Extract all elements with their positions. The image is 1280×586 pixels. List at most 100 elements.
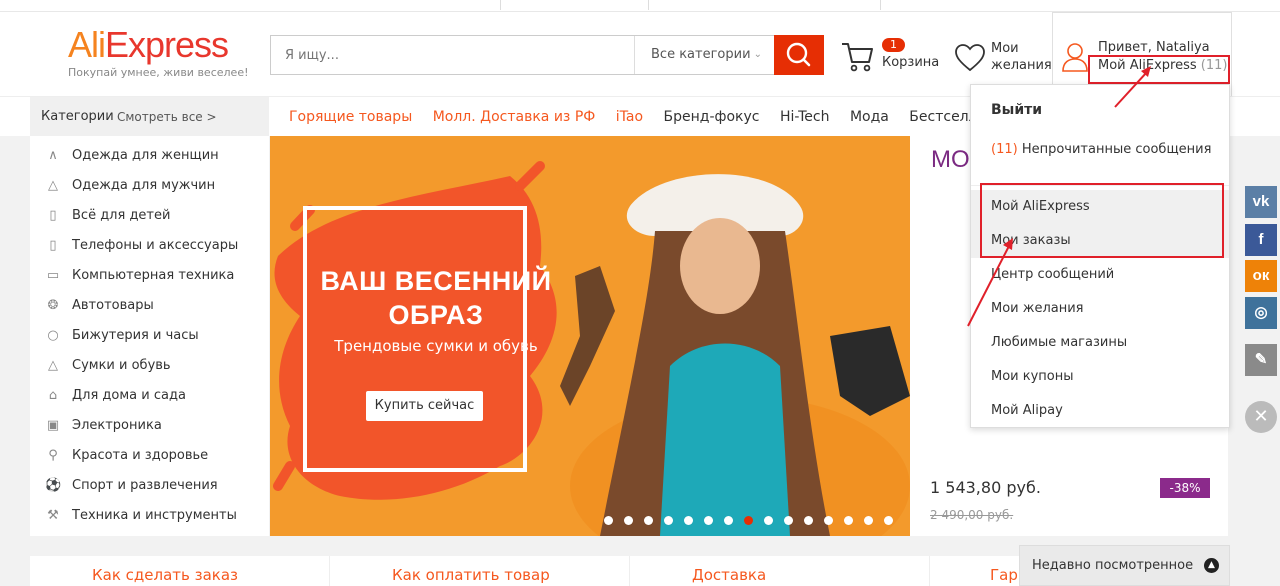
nav-link-brand-focus[interactable]: Бренд-фокус (664, 109, 760, 125)
carousel-dot[interactable] (844, 516, 853, 525)
close-icon[interactable]: ✕ (1245, 401, 1277, 433)
wishlist-label: Мои желания (991, 41, 1052, 73)
carousel-dot[interactable] (864, 516, 873, 525)
baby-bottle-icon: ▯ (49, 208, 57, 223)
carousel-dot[interactable] (624, 516, 633, 525)
category-item[interactable]: ⚒ Техника и инструменты (30, 501, 269, 531)
nav-link-itao[interactable]: iTao (616, 109, 643, 125)
nav-link-fashion[interactable]: Мода (850, 109, 889, 125)
heart-icon (955, 44, 985, 72)
carousel-dot[interactable] (664, 516, 673, 525)
menu-item-coupons[interactable]: Мои купоны (971, 360, 1229, 394)
nav-link-mall[interactable]: Молл. Доставка из РФ (433, 109, 596, 125)
help-divider (329, 556, 330, 586)
user-icon (1062, 43, 1088, 72)
top-divider (500, 0, 501, 10)
highlight-box-menu (980, 183, 1224, 258)
category-item[interactable]: ▣ Электроника (30, 411, 269, 441)
top-divider (880, 0, 881, 10)
search-button[interactable] (774, 35, 824, 75)
tools-icon: ⚒ (47, 508, 59, 523)
chevron-down-icon: ⌄ (753, 49, 762, 60)
top-divider (648, 0, 649, 10)
bag-icon: △ (48, 358, 58, 373)
camera-icon: ▣ (46, 418, 60, 433)
category-item[interactable]: △ Сумки и обувь (30, 351, 269, 381)
promo-old-price: 2 490,00 руб. (930, 508, 1014, 522)
hero-banner[interactable]: ВАШ ВЕСЕННИЙ ОБРАЗ Трендовые сумки и обу… (270, 136, 910, 536)
carousel-dot[interactable] (724, 516, 733, 525)
wishlist-button[interactable]: Мои желания (954, 40, 1054, 80)
categories-header: Категории Смотреть все > (30, 97, 269, 137)
category-item[interactable]: ⌂ Для дома и сада (30, 381, 269, 411)
banner-artwork (270, 136, 910, 536)
cart-label: Корзина (882, 55, 940, 70)
category-item[interactable]: ⚽ Спорт и развлечения (30, 471, 269, 501)
search-input[interactable] (271, 36, 634, 74)
carousel-dot[interactable] (824, 516, 833, 525)
nav-links: Горящие товары Молл. Доставка из РФ iTao… (289, 109, 1022, 125)
menu-item-message-center[interactable]: Центр сообщений (971, 258, 1229, 292)
see-all-link[interactable]: Смотреть все > (117, 110, 217, 124)
help-divider (629, 556, 630, 586)
cart-icon (842, 43, 873, 72)
category-item[interactable]: ▭ Компьютерная техника (30, 261, 269, 291)
lipstick-icon: ⚲ (48, 448, 58, 463)
edit-icon[interactable]: ✎ (1245, 344, 1277, 376)
menu-item-favorite-stores[interactable]: Любимые магазины (971, 326, 1229, 360)
unread-messages-link[interactable]: (11) Непрочитанные сообщения (991, 141, 1221, 159)
shirt-icon: △ (48, 178, 58, 193)
carousel-dot[interactable] (764, 516, 773, 525)
category-select-label: Все категории (651, 47, 751, 62)
instagram-icon[interactable]: ◎ (1245, 297, 1277, 329)
category-item[interactable]: ▯ Всё для детей (30, 201, 269, 231)
category-item[interactable]: ∧ Одежда для женщин (30, 141, 269, 171)
search-bar: Все категории ⌄ (270, 35, 824, 75)
logo[interactable]: AliExpress Покупай умнее, живи веселее! (68, 24, 249, 80)
banner-title: ВАШ ВЕСЕННИЙ ОБРАЗ (320, 266, 552, 330)
house-icon: ⌂ (48, 388, 58, 403)
buy-now-button[interactable]: Купить сейчас (366, 391, 483, 421)
category-item[interactable]: ❂ Автотовары (30, 291, 269, 321)
recently-viewed-toggle[interactable]: Недавно посмотренное ▲ (1019, 545, 1230, 586)
help-divider (929, 556, 930, 586)
odnoklassniki-icon[interactable]: ок (1245, 260, 1277, 292)
help-link-delivery[interactable]: Доставка (692, 566, 766, 584)
nav-link-hi-tech[interactable]: Hi-Tech (780, 109, 830, 125)
menu-item-wishlist[interactable]: Мои желания (971, 292, 1229, 326)
categories-title: Категории (41, 109, 114, 124)
search-icon (786, 42, 811, 67)
category-item[interactable]: △ Одежда для мужчин (30, 171, 269, 201)
carousel-dot[interactable] (604, 516, 613, 525)
carousel-dot[interactable] (784, 516, 793, 525)
category-sidebar: ∧ Одежда для женщин △ Одежда для мужчин ▯ В… (30, 136, 269, 536)
banner-subtitle: Трендовые сумки и обувь (334, 337, 538, 355)
greeting-text: Привет, Nataliya (1098, 40, 1210, 55)
cart-count-badge: 1 (882, 38, 905, 52)
category-item[interactable]: ○ Бижутерия и часы (30, 321, 269, 351)
chevron-up-icon: ▲ (1204, 558, 1219, 573)
nav-link-hot-deals[interactable]: Горящие товары (289, 109, 412, 125)
help-link-how-to-pay[interactable]: Как оплатить товар (392, 566, 550, 584)
logo-wordmark: AliExpress (68, 24, 229, 65)
carousel-dot[interactable] (644, 516, 653, 525)
category-item[interactable]: ▯ Телефоны и аксессуары (30, 231, 269, 261)
vk-icon[interactable]: vk (1245, 186, 1277, 218)
highlight-box-account (1088, 55, 1230, 84)
cart-button[interactable]: 1 Корзина (840, 38, 940, 78)
ball-icon: ⚽ (45, 478, 62, 493)
carousel-dot[interactable] (744, 516, 753, 525)
carousel-dot[interactable] (884, 516, 893, 525)
logout-link[interactable]: Выйти (991, 102, 1042, 118)
help-link-guarantee[interactable]: Гар (990, 566, 1018, 584)
facebook-icon[interactable]: f (1245, 224, 1277, 256)
carousel-dot[interactable] (704, 516, 713, 525)
category-item[interactable]: ⚲ Красота и здоровье (30, 441, 269, 471)
carousel-dot[interactable] (684, 516, 693, 525)
help-link-how-to-order[interactable]: Как сделать заказ (92, 566, 238, 584)
menu-item-alipay[interactable]: Мой Alipay (971, 394, 1229, 428)
discount-badge: -38% (1160, 478, 1210, 498)
category-select[interactable]: Все категории ⌄ (634, 36, 774, 74)
carousel-dot[interactable] (804, 516, 813, 525)
recently-viewed-label: Недавно посмотренное (1032, 558, 1194, 573)
